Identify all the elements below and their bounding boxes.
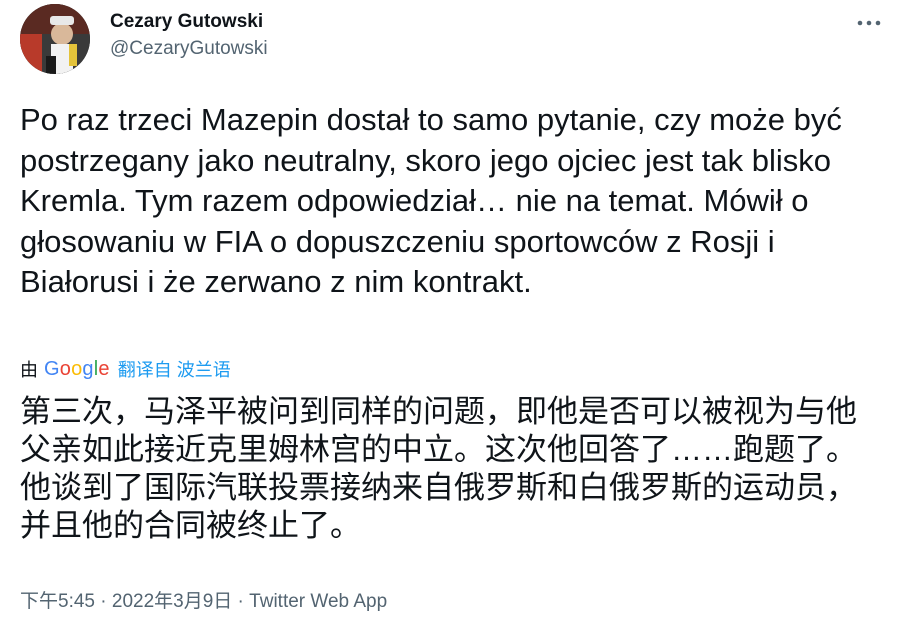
more-horizontal-icon[interactable] [854, 8, 884, 38]
avatar[interactable] [20, 4, 90, 74]
tweet-source: Twitter Web App [249, 591, 388, 612]
meta-separator: · [94, 591, 112, 612]
translated-text: 第三次，马泽平被问到同样的问题，即他是否可以被视为与他父亲如此接近克里姆林宫的中… [20, 394, 857, 543]
avatar-image [20, 4, 90, 74]
translated-from-link[interactable]: 翻译自 波兰语 [118, 356, 231, 382]
translated-by-label: 由 [20, 360, 38, 380]
google-logo: Google [44, 357, 110, 380]
author-handle[interactable]: @CezaryGutowski [110, 36, 268, 62]
author-display-name[interactable]: Cezary Gutowski [110, 10, 268, 34]
tweet-time[interactable]: 下午5:45 [20, 591, 95, 612]
tweet-header: Cezary Gutowski @CezaryGutowski [20, 4, 890, 84]
tweet-text: Po raz trzeci Mazepin dostał to samo pyt… [20, 102, 842, 299]
translation-attribution: 由 Google 翻译自 波兰语 [20, 355, 231, 383]
tweet-date[interactable]: 2022年3月9日 [112, 591, 232, 612]
meta-separator-2: · [232, 591, 250, 612]
author-names: Cezary Gutowski @CezaryGutowski [110, 10, 268, 62]
tweet-metadata: 下午5:45 · 2022年3月9日 · Twitter Web App [20, 586, 387, 613]
